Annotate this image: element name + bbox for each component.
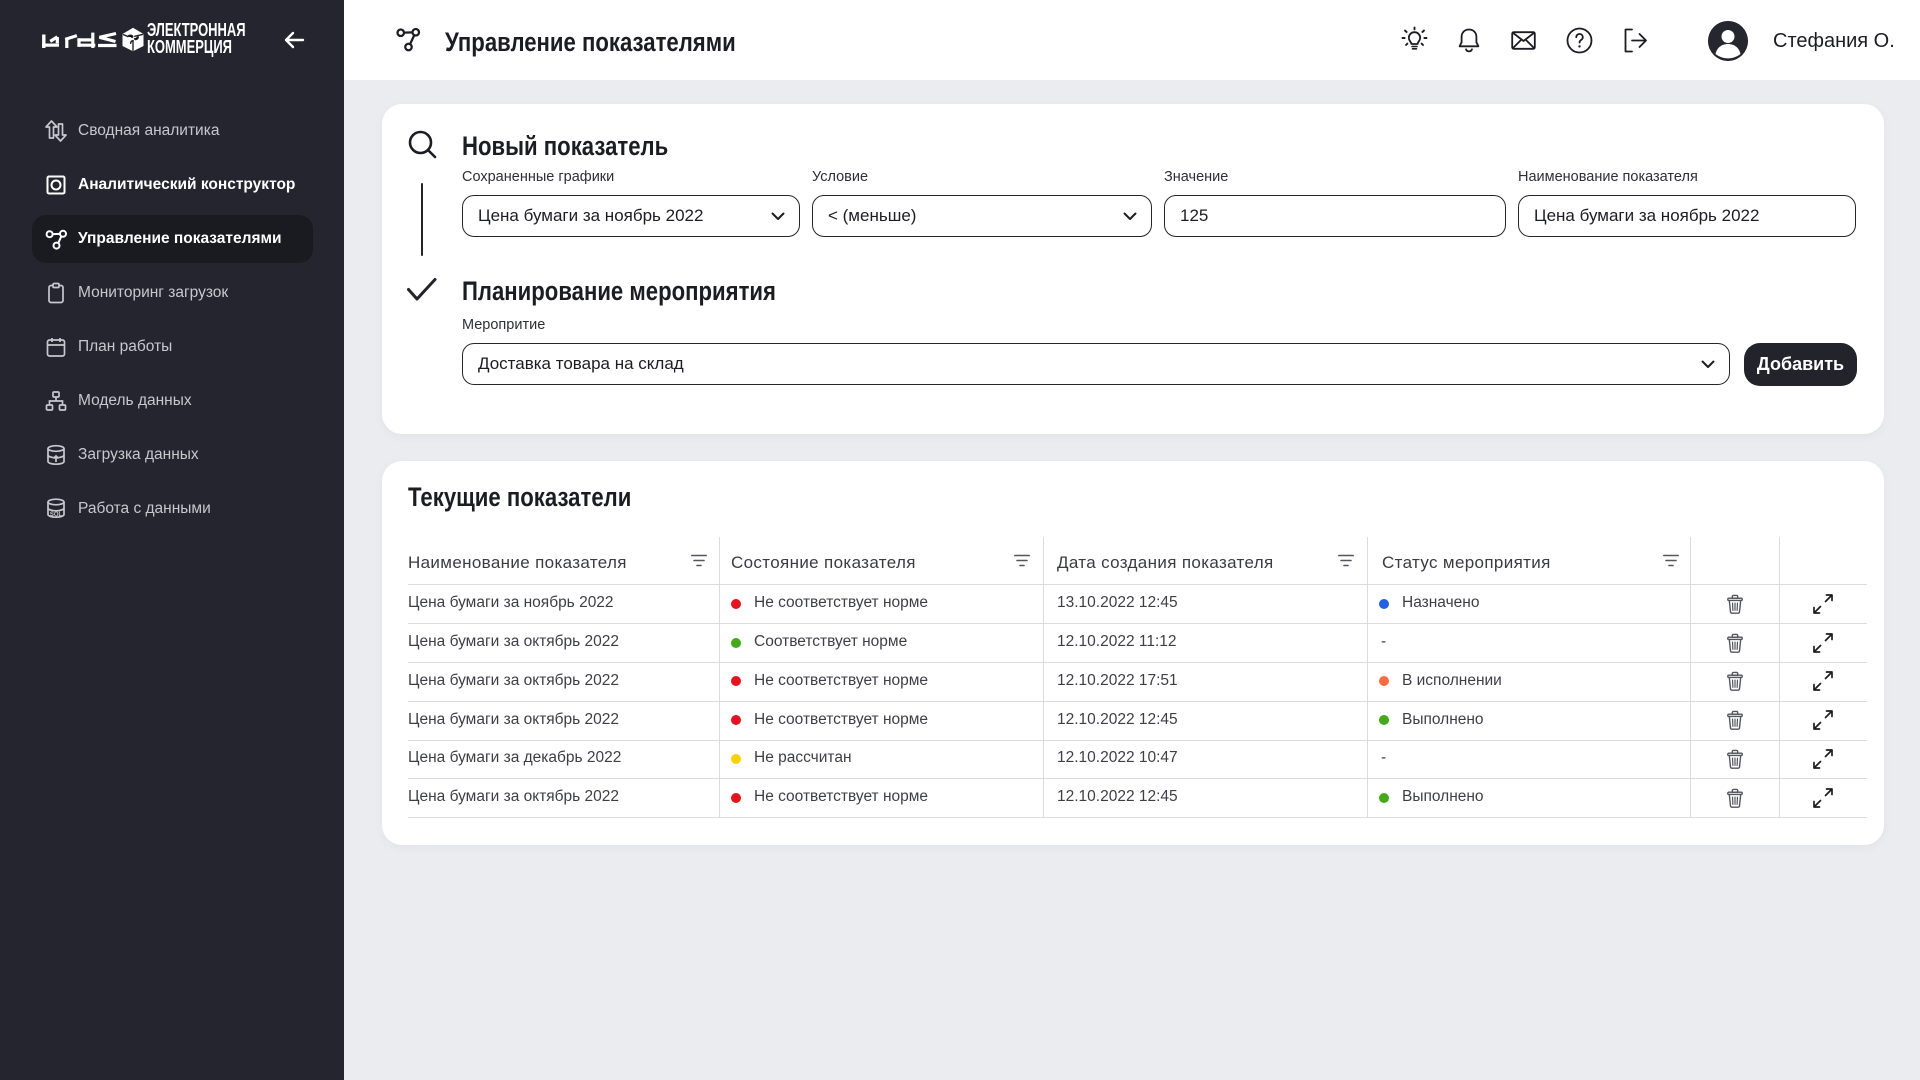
svg-text:SQL: SQL [50,512,63,518]
